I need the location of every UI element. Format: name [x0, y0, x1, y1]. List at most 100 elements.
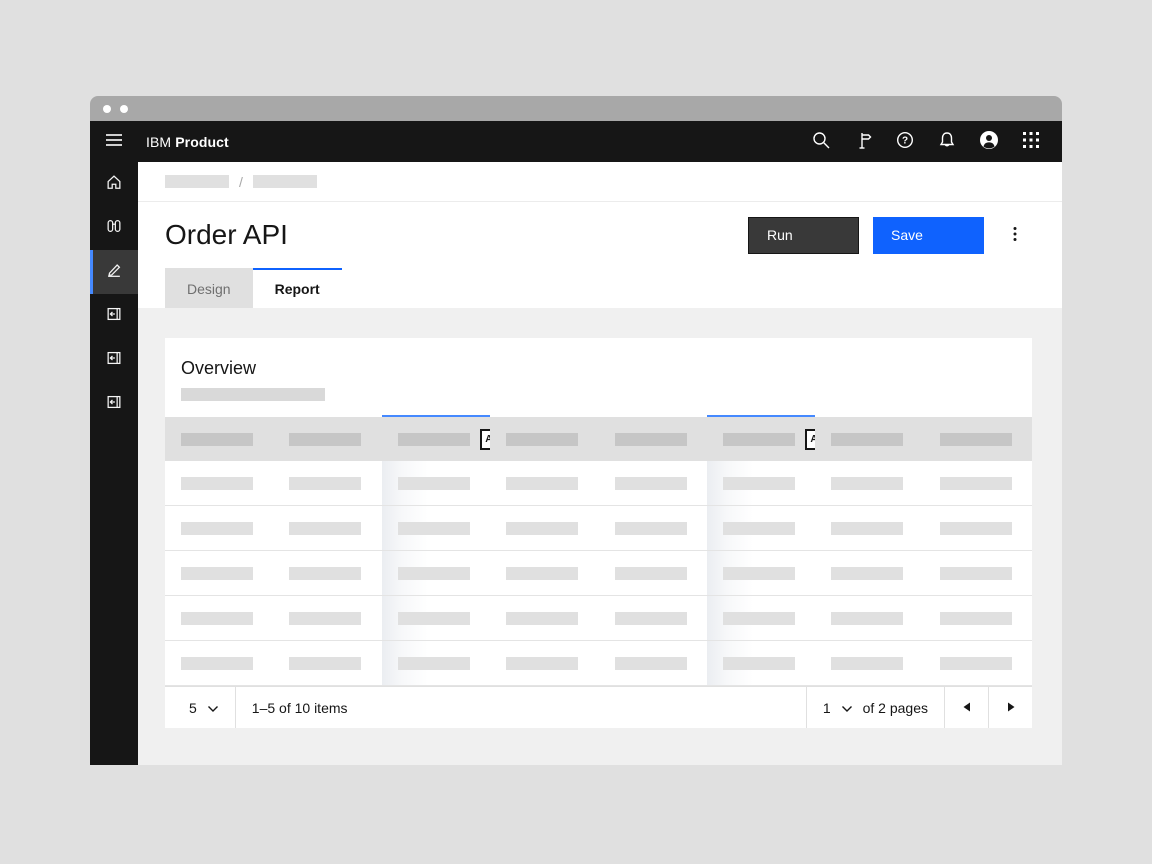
cell-skeleton: [615, 477, 687, 490]
tab-design[interactable]: Design: [165, 268, 253, 308]
side-navigation: [90, 162, 138, 765]
cell-skeleton: [398, 522, 470, 535]
next-page-button[interactable]: [988, 687, 1032, 728]
header-actions: ?: [800, 121, 1052, 162]
table-header-row: AIAI: [165, 417, 1032, 461]
previous-page-button[interactable]: [944, 687, 988, 728]
sidebar-item-open-panel-1[interactable]: [90, 294, 138, 338]
table-cell: [599, 506, 707, 550]
page-number-select[interactable]: 1 of 2 pages: [806, 687, 944, 728]
page-title: Order API: [165, 219, 288, 251]
brand-title: IBM Product: [146, 134, 229, 150]
header-skeleton: [940, 433, 1012, 446]
cell-skeleton: [506, 657, 578, 670]
page-size-value: 5: [189, 700, 197, 716]
table-cell: [599, 461, 707, 505]
table-row[interactable]: [165, 461, 1032, 506]
cell-skeleton: [181, 477, 253, 490]
table-cell: [490, 461, 598, 505]
table-header-cell-ai: AI: [707, 415, 815, 461]
cell-skeleton: [181, 567, 253, 580]
account-button[interactable]: [968, 121, 1010, 162]
save-button[interactable]: Save: [873, 217, 984, 254]
table-cell: [165, 551, 273, 595]
sidebar-item-edit[interactable]: [90, 250, 138, 294]
table-cell: [490, 596, 598, 640]
breadcrumb-skeleton[interactable]: [253, 175, 317, 188]
page-size-select[interactable]: 5: [165, 687, 236, 728]
cell-skeleton: [831, 522, 903, 535]
page-header: Order API Run Save: [138, 202, 1062, 268]
cell-skeleton: [615, 612, 687, 625]
table-cell: [707, 641, 815, 685]
cell-skeleton: [289, 612, 361, 625]
cell-skeleton: [723, 567, 795, 580]
brand-prefix: IBM: [146, 134, 171, 150]
cell-skeleton: [940, 657, 1012, 670]
table-header-cell: [165, 417, 273, 461]
notifications-button[interactable]: [926, 121, 968, 162]
overview-title: Overview: [181, 358, 1016, 379]
header-skeleton: [831, 433, 903, 446]
table-row[interactable]: [165, 596, 1032, 641]
table-cell: [924, 461, 1032, 505]
table-row[interactable]: [165, 641, 1032, 686]
table-header-cell: [273, 417, 381, 461]
hamburger-menu-icon: [104, 130, 124, 153]
table-cell: [815, 641, 923, 685]
header-skeleton: [181, 433, 253, 446]
table-cell: [273, 551, 381, 595]
svg-text:?: ?: [902, 136, 908, 147]
signpost-icon: [853, 130, 873, 153]
breadcrumb-skeleton[interactable]: [165, 175, 229, 188]
open-panel-left-icon: [105, 393, 123, 416]
cell-skeleton: [831, 567, 903, 580]
report-card: Overview AIAI 5 1–5 of 10 items: [165, 338, 1032, 728]
table-cell: [273, 506, 381, 550]
run-button[interactable]: Run: [748, 217, 859, 254]
app-switcher-icon: [1022, 131, 1040, 152]
header-skeleton: [506, 433, 578, 446]
table-row[interactable]: [165, 551, 1032, 596]
cell-skeleton: [181, 657, 253, 670]
hamburger-menu-button[interactable]: [90, 121, 138, 162]
sidebar-item-binoculars[interactable]: [90, 206, 138, 250]
table-cell: [707, 551, 815, 595]
cell-skeleton: [723, 477, 795, 490]
page-number-value: 1: [823, 700, 831, 716]
window-control-dot[interactable]: [120, 105, 128, 113]
tab-report[interactable]: Report: [253, 268, 342, 308]
header-skeleton: [723, 433, 795, 446]
table-cell: [273, 461, 381, 505]
overflow-menu-button[interactable]: [998, 217, 1032, 254]
window-titlebar: [90, 96, 1062, 121]
sidebar-item-home[interactable]: [90, 162, 138, 206]
open-panel-left-icon: [105, 349, 123, 372]
search-button[interactable]: [800, 121, 842, 162]
table-cell: [707, 461, 815, 505]
overflow-menu-icon: [1007, 225, 1023, 246]
help-icon: ?: [895, 130, 915, 153]
app-switcher-button[interactable]: [1010, 121, 1052, 162]
cell-skeleton: [615, 567, 687, 580]
bell-icon: [937, 130, 957, 153]
table-row[interactable]: [165, 506, 1032, 551]
cell-skeleton: [506, 522, 578, 535]
window-control-dot[interactable]: [103, 105, 111, 113]
table-header-cell: [599, 417, 707, 461]
table-cell: [815, 461, 923, 505]
cell-skeleton: [289, 477, 361, 490]
home-icon: [105, 173, 123, 196]
cell-skeleton: [398, 477, 470, 490]
signpost-button[interactable]: [842, 121, 884, 162]
overview-skeleton: [181, 388, 325, 401]
app-header: IBM Product ?: [90, 121, 1062, 162]
cell-skeleton: [831, 657, 903, 670]
cell-skeleton: [181, 522, 253, 535]
table-cell: [599, 596, 707, 640]
sidebar-item-open-panel-3[interactable]: [90, 382, 138, 426]
table-cell: [815, 596, 923, 640]
sidebar-item-open-panel-2[interactable]: [90, 338, 138, 382]
help-button[interactable]: ?: [884, 121, 926, 162]
edit-pencil-icon: [105, 261, 123, 284]
